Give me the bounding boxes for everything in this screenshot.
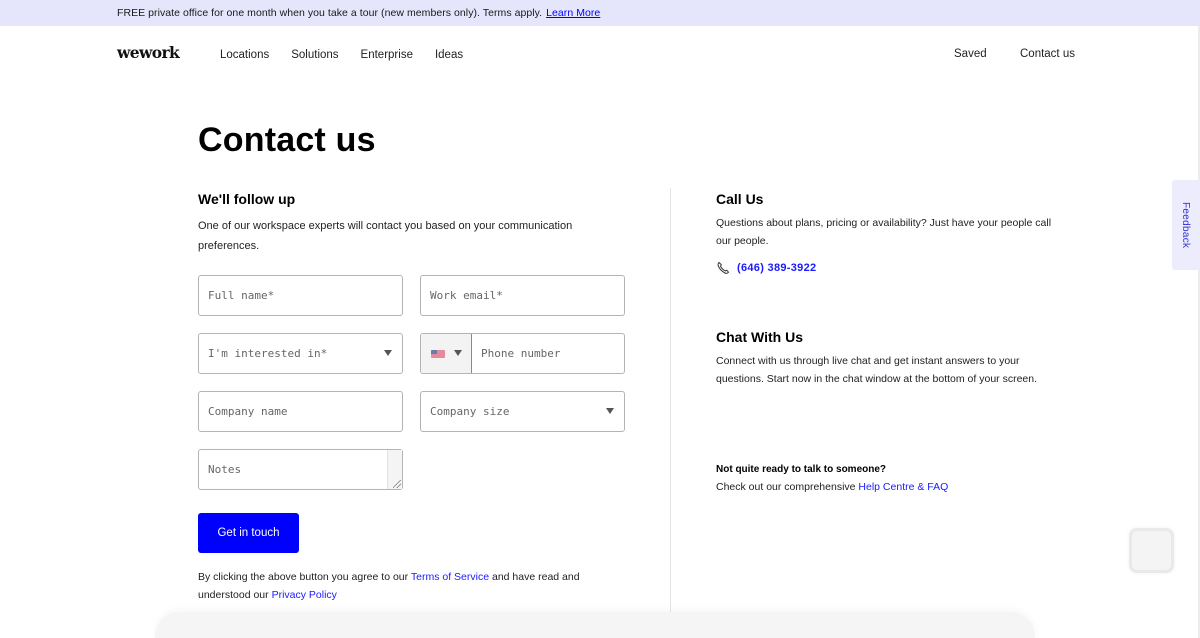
bottom-card-edge	[155, 612, 1035, 638]
phone-row: (646) 389-3922	[716, 261, 816, 275]
feedback-tab[interactable]: Feedback	[1172, 180, 1200, 270]
privacy-policy-link[interactable]: Privacy Policy	[272, 589, 337, 601]
nav-link-solutions[interactable]: Solutions	[291, 49, 338, 61]
company-name-placeholder: Company name	[208, 405, 288, 418]
wework-logo[interactable]: wework	[117, 43, 180, 62]
company-size-select[interactable]: Company size	[420, 391, 625, 432]
form-heading: We'll follow up	[198, 191, 296, 207]
legal-prefix: By clicking the above button you agree t…	[198, 571, 409, 583]
notes-placeholder: Notes	[208, 463, 242, 476]
promo-text: FREE private office for one month when y…	[117, 7, 543, 19]
column-divider	[670, 188, 671, 612]
chat-with-us-heading: Chat With Us	[716, 329, 803, 345]
promo-banner: FREE private office for one month when y…	[0, 0, 1200, 26]
resize-handle-icon[interactable]	[393, 480, 401, 488]
nav-link-enterprise[interactable]: Enterprise	[361, 49, 413, 61]
phone-number-link[interactable]: (646) 389-3922	[737, 262, 816, 274]
us-flag-icon	[431, 350, 445, 358]
nav-link-locations[interactable]: Locations	[220, 49, 269, 61]
nav-links: Locations Solutions Enterprise Ideas	[220, 49, 485, 61]
phone-icon	[717, 261, 730, 274]
chat-with-us-description: Connect with us through live chat and ge…	[716, 355, 1038, 385]
help-text: Check out our comprehensive Help Centre …	[716, 481, 948, 493]
interested-in-placeholder: I'm interested in*	[208, 347, 328, 360]
call-us-heading: Call Us	[716, 191, 764, 207]
nav-contact-us[interactable]: Contact us	[1020, 48, 1075, 60]
terms-of-service-link[interactable]: Terms of Service	[411, 571, 489, 583]
country-code-select[interactable]	[421, 334, 472, 373]
company-name-input[interactable]: Company name	[198, 391, 403, 432]
get-in-touch-button[interactable]: Get in touch	[198, 513, 299, 553]
chevron-down-icon	[454, 350, 462, 356]
feedback-label: Feedback	[1180, 202, 1191, 249]
top-nav: wework Locations Solutions Enterprise Id…	[0, 26, 1200, 86]
help-heading: Not quite ready to talk to someone?	[716, 464, 887, 475]
phone-field: Phone number	[420, 333, 625, 374]
help-centre-link[interactable]: Help Centre & FAQ	[858, 481, 948, 493]
interested-in-select[interactable]: I'm interested in*	[198, 333, 403, 374]
chevron-down-icon	[384, 350, 392, 356]
form-description: One of our workspace experts will contac…	[198, 220, 573, 252]
notes-textarea[interactable]: Notes	[198, 449, 403, 490]
chevron-down-icon	[606, 408, 614, 414]
work-email-input[interactable]: Work email*	[420, 275, 625, 316]
legal-notice: By clicking the above button you agree t…	[198, 568, 628, 604]
nav-link-ideas[interactable]: Ideas	[435, 49, 463, 61]
work-email-placeholder: Work email*	[430, 289, 503, 302]
company-size-placeholder: Company size	[430, 405, 510, 418]
page-title: Contact us	[198, 121, 376, 159]
chat-widget-button[interactable]	[1129, 528, 1174, 573]
help-prefix: Check out our comprehensive	[716, 481, 856, 493]
call-us-description: Questions about plans, pricing or availa…	[716, 217, 1052, 247]
nav-saved[interactable]: Saved	[954, 48, 987, 60]
full-name-placeholder: Full name*	[208, 289, 275, 302]
learn-more-link[interactable]: Learn More	[546, 7, 600, 19]
phone-number-input[interactable]: Phone number	[481, 347, 560, 360]
full-name-input[interactable]: Full name*	[198, 275, 403, 316]
